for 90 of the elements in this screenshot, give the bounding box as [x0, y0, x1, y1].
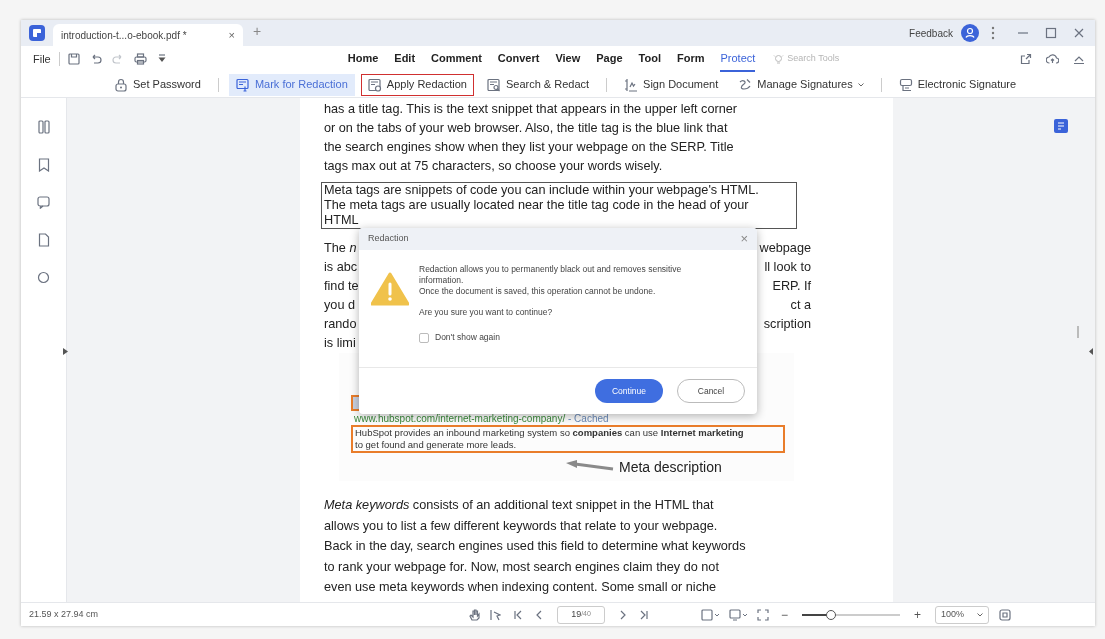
search-redact-icon [486, 77, 501, 92]
comment-icon[interactable] [37, 196, 50, 209]
fit-width-icon[interactable] [757, 608, 769, 621]
first-page-icon[interactable] [513, 609, 523, 620]
menu-tab[interactable]: Edit [394, 46, 416, 72]
menu-tab[interactable]: Form [676, 46, 705, 72]
toolbar-button[interactable]: Set Password [107, 73, 208, 96]
hand-icon[interactable] [469, 608, 480, 621]
redaction-mark-icon [235, 77, 250, 92]
feedback-link[interactable]: Feedback [909, 25, 953, 41]
tab-close-button[interactable]: × [228, 26, 235, 44]
panels-icon[interactable] [37, 120, 50, 134]
document-text: rando [324, 316, 357, 333]
dialog-message: Redaction allows you to permanently black out and removes sensitive information. [419, 264, 683, 286]
search-tools-placeholder: Search Tools [787, 52, 840, 66]
document-text: you d [324, 297, 356, 314]
maximize-icon[interactable] [1045, 27, 1057, 39]
dialog-warning: Once the document is saved, this operation cannot be undone. [419, 286, 657, 297]
menu-tab[interactable]: Convert [497, 46, 540, 72]
checkbox[interactable] [419, 332, 429, 343]
next-page-icon[interactable] [619, 609, 627, 620]
zoom-slider-thumb[interactable] [826, 609, 837, 620]
scrollbar-thumb[interactable] [1077, 326, 1079, 338]
apply-redaction-icon [367, 77, 382, 92]
document-text: ct a [790, 297, 811, 314]
toolbar-button[interactable]: Electronic Signature [891, 73, 1024, 96]
document-text: is limi [324, 335, 356, 352]
more-options-icon[interactable] [991, 26, 995, 40]
continue-button[interactable]: Continue [595, 379, 663, 403]
panel-toggle-icon[interactable] [1054, 119, 1068, 133]
arrow-drawing [565, 460, 615, 472]
lock-icon [114, 77, 128, 92]
result-url: www.hubspot.com/internet-marketing-company/ - Cached [354, 413, 609, 425]
avatar-icon[interactable] [961, 24, 979, 42]
document-text: ll look to [764, 259, 811, 276]
menu-tab[interactable]: View [555, 46, 581, 72]
share-icon[interactable] [1020, 53, 1032, 65]
caret-icon [977, 612, 984, 617]
print-icon[interactable] [133, 53, 147, 65]
document-text: webpage [759, 240, 811, 257]
menu-tab[interactable]: Page [596, 46, 623, 72]
page-layout-icon[interactable] [729, 608, 747, 621]
document-text: is abc [324, 259, 358, 276]
zoom-in-button[interactable]: + [914, 605, 922, 624]
menu-tab[interactable]: Home [347, 46, 379, 72]
document-text: ERP. If [772, 278, 811, 295]
fit-page-icon[interactable] [701, 608, 719, 621]
app-logo-icon [29, 25, 45, 41]
select-icon[interactable] [490, 608, 501, 621]
menu-tab[interactable]: Comment [431, 46, 482, 72]
signatures-icon [738, 77, 753, 92]
bookmark-icon[interactable] [37, 158, 50, 172]
zoom-dropdown[interactable]: 100% [935, 605, 990, 624]
last-page-icon[interactable] [639, 609, 649, 620]
menu-tab[interactable]: Tool [638, 46, 661, 72]
cancel-button[interactable]: Cancel [677, 379, 745, 403]
document-paragraph: has a title tag. This is the text snippet that appears in the upper left corner or on the tabs of your web browser. Also, the title tag is the blue link that the search engines show when they list your webpage on the SERP. Title tags max out at 75 characters, so choose your words wisely. [324, 101, 738, 175]
collapse-arrow-icon[interactable] [1089, 348, 1093, 355]
page-size-text: 21.59 x 27.94 cm [29, 607, 100, 621]
expand-arrow-icon[interactable] [63, 348, 68, 355]
document-text: find te [324, 278, 359, 295]
lightbulb-icon [773, 53, 785, 65]
toolbar-button[interactable]: Apply Redaction [360, 73, 474, 96]
cloud-upload-icon[interactable] [1046, 53, 1059, 65]
toolbar-button[interactable]: Manage Signatures [731, 73, 871, 96]
meta-description-text: HubSpot provides an inbound marketing system so companies can use Internet marketing to get found and generate more leads. [351, 425, 785, 453]
save-icon[interactable] [67, 53, 80, 65]
warning-icon [371, 272, 409, 306]
file-menu[interactable]: File [33, 50, 51, 68]
dialog-question: Are you sure you want to continue? [419, 307, 554, 318]
checkbox-label: Don't show again [435, 332, 500, 343]
toolbar-button[interactable]: Sign Document [617, 73, 726, 96]
document-tab[interactable]: introduction-t...o-ebook.pdf * × [53, 24, 243, 46]
menu-tab[interactable]: Protect [720, 46, 756, 72]
signature-icon [624, 77, 639, 92]
dropdown-icon[interactable] [156, 54, 167, 64]
tab-title: introduction-t...o-ebook.pdf * [61, 28, 188, 43]
document-paragraph: Meta keywords consists of an additional text snippet in the HTML that allows you to list a few different keywords that relate to your webpage. Back in the day, search engines used this field to determine what keywords to rank your webpage for. Now, most search engines claim they do not even use meta keywords when indexing content. Some small or niche [324, 497, 746, 596]
toolbar-button[interactable]: Search & Redact [479, 73, 597, 96]
zoom-out-button[interactable]: − [781, 605, 788, 624]
electronic-signature-icon [898, 77, 913, 92]
document-text: scription [763, 316, 811, 333]
dialog-title: Redaction [368, 232, 409, 246]
page-icon[interactable] [37, 233, 50, 247]
close-icon[interactable] [1073, 27, 1085, 39]
previous-page-icon[interactable] [535, 609, 543, 620]
callout-label: Meta description [619, 459, 722, 476]
toolbar-button[interactable]: Mark for Redaction [228, 73, 355, 96]
document-text: The n [324, 240, 357, 257]
fullscreen-icon[interactable] [999, 608, 1012, 621]
